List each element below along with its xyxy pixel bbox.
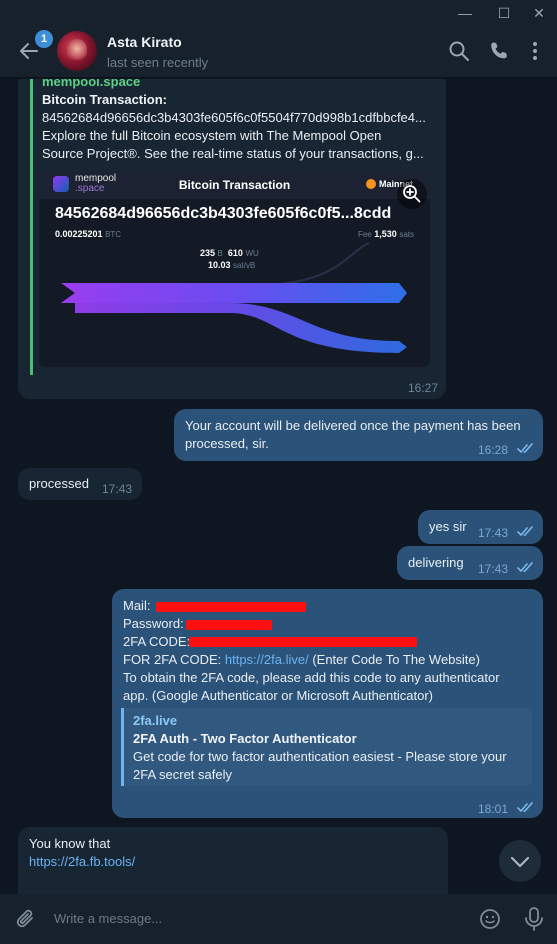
message-text: delivering (408, 555, 464, 570)
message-time: 16:27 (408, 381, 439, 395)
card-amount: 0.00225201 BTC (55, 229, 121, 239)
message-time: 17:43 (478, 526, 509, 540)
message-incoming[interactable]: You know that https://2fa.fb.tools/ (18, 827, 448, 894)
chat-header: 1 Asta Kirato last seen recently (0, 26, 557, 78)
scroll-to-bottom-button[interactable] (499, 840, 541, 882)
message-text: yes sir (429, 519, 467, 534)
message-time: 17:43 (478, 562, 509, 576)
message-text-line: You know that (29, 836, 111, 851)
instruction-line: To obtain the 2FA code, please add this … (123, 670, 500, 685)
read-checkmarks-icon (517, 526, 533, 537)
mail-label: Mail: (123, 598, 151, 613)
read-checkmarks-icon (517, 562, 533, 573)
read-checkmarks-icon (517, 443, 533, 454)
preview-hash-line: 84562684d96656dc3b4303fe605f6c0f5504f770… (42, 110, 426, 125)
redaction-mark (189, 637, 417, 647)
preview-description-line: 2FA secret safely (133, 767, 232, 782)
card-fee-label: Fee (357, 230, 372, 239)
message-text: You know that https://2fa.fb.tools/ (29, 835, 135, 871)
message-text: Mail: Password: 2FA CODE: FOR 2FA CODE: … (123, 597, 535, 705)
message-outgoing-credentials[interactable]: Mail: Password: 2FA CODE: FOR 2FA CODE: … (112, 589, 543, 818)
message-text-line: processed, sir. (185, 436, 269, 451)
message-outgoing[interactable]: yes sir 17:43 (418, 510, 543, 544)
message-time: 17:43 (102, 482, 133, 496)
preview-site-name: mempool.space (42, 79, 141, 89)
preview-description-line: Explore the full Bitcoin ecosystem with … (42, 128, 382, 143)
phone-icon[interactable] (488, 40, 510, 62)
message-text-line: Your account will be delivered once the … (185, 418, 521, 433)
message-outgoing[interactable]: delivering 17:43 (397, 546, 543, 580)
card-fee-unit: sats (399, 230, 414, 239)
preview-title: 2FA Auth - Two Factor Authenticator (133, 731, 357, 746)
for-code-line: FOR 2FA CODE: https://2fa.live/ (Enter C… (123, 651, 535, 669)
card-fee: Fee 1,530 sats (358, 229, 414, 239)
instruction-line: app. (Google Authenticator or Microsoft … (123, 688, 434, 703)
window-titlebar: — ☐ ✕ (0, 0, 557, 26)
message-incoming[interactable]: processed 17:43 (18, 468, 142, 500)
message-outgoing[interactable]: Your account will be delivered once the … (174, 409, 543, 461)
preview-site-name: 2fa.live (133, 713, 178, 728)
preview-description-line: Get code for two factor authentication e… (133, 749, 507, 764)
maximize-button[interactable]: ☐ (494, 4, 514, 22)
preview-description-line: Source Project®. See the real-time statu… (42, 146, 424, 161)
message-composer: Write a message... (0, 894, 557, 944)
card-amount-unit: BTC (105, 230, 122, 239)
for-code-label: FOR 2FA CODE: (123, 652, 222, 667)
close-button[interactable]: ✕ (529, 4, 549, 22)
redaction-mark (156, 602, 306, 612)
microphone-icon[interactable] (522, 906, 546, 932)
message-time: 18:01 (478, 802, 509, 816)
password-line: Password: (123, 615, 535, 633)
card-amount-value: 0.00225201 (55, 229, 103, 239)
message-input[interactable]: Write a message... (54, 911, 162, 926)
password-label: Password: (123, 616, 184, 631)
search-icon[interactable] (448, 40, 470, 62)
read-checkmarks-icon (517, 802, 533, 813)
card-fee-value: 1,530 (374, 229, 397, 239)
message-list[interactable]: mempool.space Bitcoin Transaction: 84562… (0, 79, 557, 894)
zoom-in-icon (403, 185, 421, 203)
unread-badge: 1 (35, 30, 53, 48)
fb-tools-link[interactable]: https://2fa.fb.tools/ (29, 853, 135, 871)
bitcoin-icon (366, 179, 376, 189)
message-time: 16:28 (478, 443, 509, 457)
code-label: 2FA CODE: (123, 634, 191, 649)
card-tx-hash: 84562684d96656dc3b4303fe605f6c0f5...8cdd (55, 205, 392, 222)
2fa-live-link[interactable]: https://2fa.live/ (225, 652, 309, 667)
more-vertical-icon[interactable] (524, 40, 546, 62)
preview-title: Bitcoin Transaction: (42, 92, 167, 107)
zoom-button[interactable] (397, 179, 427, 209)
redaction-mark (186, 620, 272, 630)
preview-image-card[interactable]: mempool .space Bitcoin Transaction Mainn… (39, 171, 430, 367)
for-code-rest: (Enter Code To The Website) (312, 652, 480, 667)
chevron-down-icon (510, 856, 530, 868)
contact-name[interactable]: Asta Kirato (107, 34, 182, 50)
message-text: processed (29, 476, 89, 491)
avatar[interactable] (57, 31, 97, 71)
message-text: Your account will be delivered once the … (185, 417, 521, 453)
contact-status: last seen recently (107, 55, 209, 70)
minimize-button[interactable]: — (455, 4, 475, 22)
emoji-icon[interactable] (478, 907, 502, 931)
tx-flow-diagram (61, 242, 407, 353)
paperclip-icon[interactable] (14, 907, 38, 931)
link-preview[interactable]: 2fa.live 2FA Auth - Two Factor Authentic… (121, 708, 532, 786)
